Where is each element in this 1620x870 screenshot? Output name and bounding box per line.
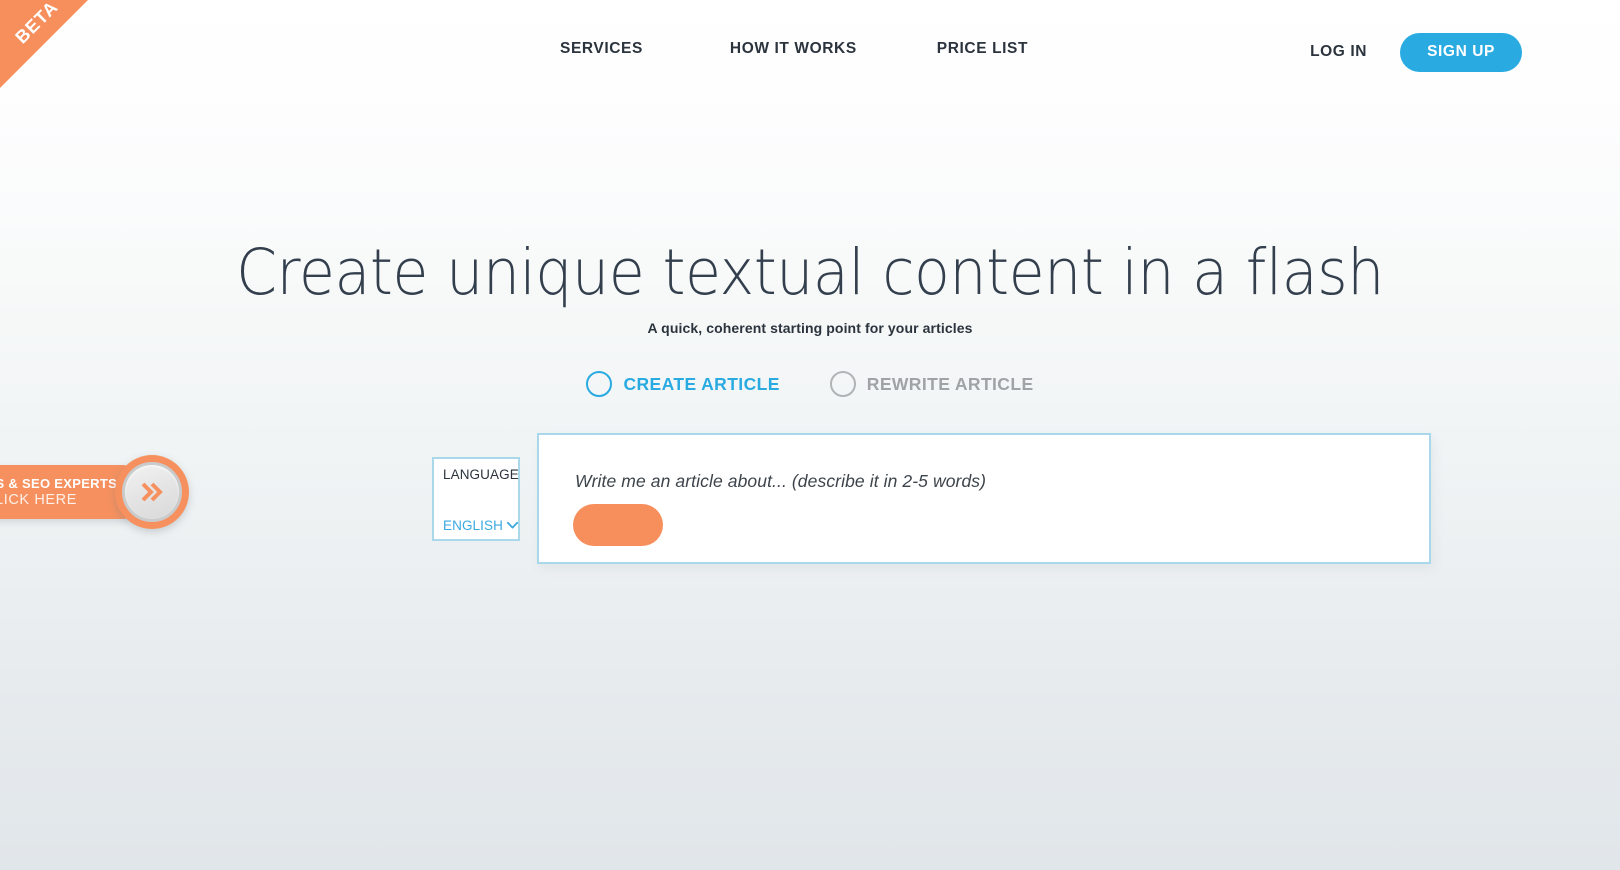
promo-widget: GENCIES & SEO EXPERTS CLICK HERE bbox=[0, 455, 189, 529]
sign-up-button[interactable]: SIGN UP bbox=[1400, 33, 1522, 72]
promo-tab-headline: GENCIES & SEO EXPERTS bbox=[0, 476, 118, 491]
hero-section: Create unique textual content in a flash… bbox=[0, 236, 1620, 337]
beta-ribbon bbox=[0, 0, 88, 88]
promo-tab-cta: CLICK HERE bbox=[0, 492, 78, 508]
prompt-panel: Write me an article about... (describe i… bbox=[537, 433, 1431, 564]
language-selector[interactable]: LANGUAGE ENGLISH bbox=[432, 457, 520, 541]
chevron-down-icon bbox=[506, 522, 518, 529]
account-actions: LOG IN SIGN UP bbox=[1310, 33, 1522, 72]
mode-option-create-article-label: CREATE ARTICLE bbox=[623, 373, 780, 394]
main-navigation: SERVICES HOW IT WORKS PRICE LIST bbox=[560, 40, 1028, 58]
language-selector-value-row[interactable]: ENGLISH bbox=[443, 518, 518, 533]
radio-unselected-icon[interactable] bbox=[829, 371, 856, 397]
prompt-input[interactable]: Write me an article about... (describe i… bbox=[575, 471, 986, 492]
language-selector-label: LANGUAGE bbox=[443, 467, 519, 482]
double-chevron-right-icon bbox=[141, 482, 163, 502]
mode-option-create-article[interactable]: CREATE ARTICLE bbox=[586, 371, 779, 397]
nav-link-price-list[interactable]: PRICE LIST bbox=[937, 40, 1028, 58]
promo-knob-inner bbox=[122, 462, 182, 522]
radio-selected-icon[interactable] bbox=[586, 371, 613, 397]
log-in-link[interactable]: LOG IN bbox=[1310, 43, 1367, 61]
nav-link-services[interactable]: SERVICES bbox=[560, 40, 643, 58]
generate-article-button[interactable] bbox=[573, 504, 663, 546]
mode-selector: CREATE ARTICLE REWRITE ARTICLE bbox=[0, 371, 1620, 397]
site-header: SERVICES HOW IT WORKS PRICE LIST LOG IN … bbox=[0, 0, 1620, 103]
page-title: Create unique textual content in a flash bbox=[236, 236, 1384, 309]
promo-tab[interactable]: GENCIES & SEO EXPERTS CLICK HERE bbox=[0, 465, 133, 519]
article-form: LANGUAGE ENGLISH Write me an article abo… bbox=[432, 433, 1431, 564]
nav-link-how-it-works[interactable]: HOW IT WORKS bbox=[730, 40, 857, 58]
language-selector-value: ENGLISH bbox=[443, 518, 503, 533]
mode-option-rewrite-article-label: REWRITE ARTICLE bbox=[866, 373, 1034, 394]
mode-option-rewrite-article[interactable]: REWRITE ARTICLE bbox=[829, 371, 1034, 397]
promo-expand-button[interactable] bbox=[115, 455, 189, 529]
page-subtitle: A quick, coherent starting point for you… bbox=[647, 320, 973, 337]
